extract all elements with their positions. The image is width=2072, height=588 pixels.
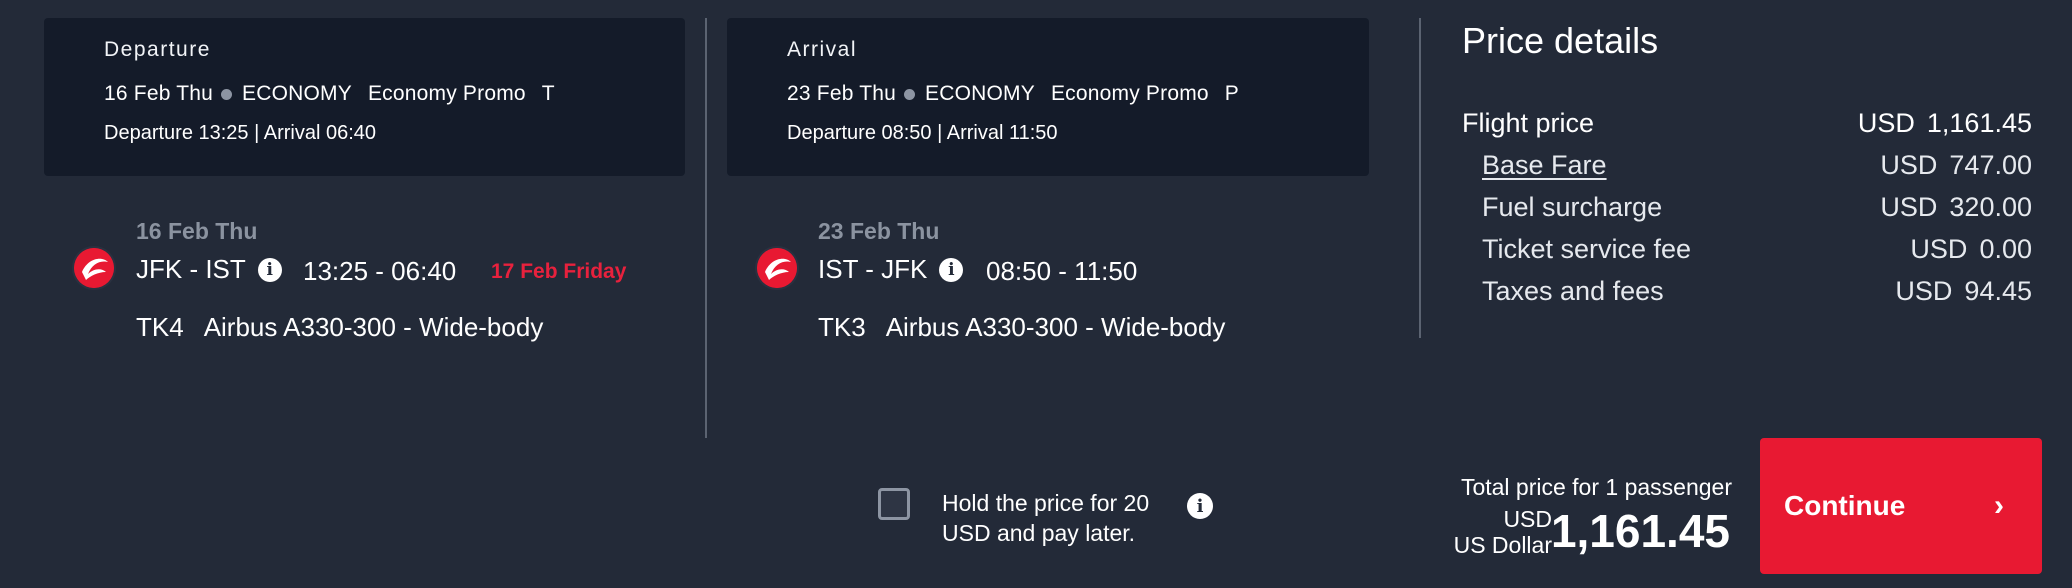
departure-date: 16 Feb Thu <box>104 82 214 105</box>
base-fare-link[interactable]: Base Fare <box>1482 150 1607 181</box>
price-currency: USD <box>1880 192 1938 222</box>
price-currency: USD <box>1857 108 1915 138</box>
price-currency: USD <box>1895 276 1953 306</box>
price-row-flight-price: Flight price USD 1,161.45 <box>1462 108 2032 139</box>
outbound-flight-number: TK4 <box>136 312 184 342</box>
total-currency-name: US Dollar <box>1453 532 1552 558</box>
price-label: Fuel surcharge <box>1482 192 1663 222</box>
info-icon[interactable]: i <box>939 257 964 282</box>
hold-price-checkbox[interactable] <box>878 488 910 520</box>
column-divider <box>1419 18 1421 338</box>
price-amount: 747.00 <box>1949 150 2032 180</box>
turkish-airlines-logo <box>757 248 797 288</box>
continue-button[interactable]: Continue › <box>1760 438 2042 574</box>
arrival-fare-row: 23 Feb Thu ECONOMY Economy Promo P <box>787 82 1369 106</box>
outbound-route: JFK - IST i <box>136 254 282 285</box>
arrival-cabin: ECONOMY <box>925 82 1035 105</box>
inbound-route-text: IST - JFK <box>818 254 928 284</box>
price-row-taxes-and-fees: Taxes and fees USD 94.45 <box>1482 276 2032 307</box>
price-amount: 1,161.45 <box>1926 108 2032 138</box>
total-price-label: Total price for 1 passenger <box>1460 474 1732 500</box>
outbound-aircraft: Airbus A330-300 - Wide-body <box>203 312 544 342</box>
departure-cabin: ECONOMY <box>242 82 352 105</box>
departure-card-title: Departure <box>104 38 211 61</box>
price-currency: USD <box>1910 234 1968 264</box>
hold-price-line2: USD and pay later. <box>942 520 1136 546</box>
price-row-fuel-surcharge: Fuel surcharge USD 320.00 <box>1482 192 2032 223</box>
outbound-time: 13:25 - 06:40 <box>303 256 457 286</box>
outbound-next-day: 17 Feb Friday <box>491 260 627 283</box>
separator-dot-icon <box>904 88 916 100</box>
inbound-aircraft: Airbus A330-300 - Wide-body <box>885 312 1226 342</box>
arrival-fare-class: P <box>1224 82 1239 105</box>
inbound-flight: TK3 Airbus A330-300 - Wide-body <box>818 312 1225 343</box>
inbound-date: 23 Feb Thu <box>818 218 940 244</box>
total-currency-code: USD <box>1503 506 1552 532</box>
price-details-title: Price details <box>1462 20 1659 61</box>
outbound-route-text: JFK - IST <box>136 254 246 284</box>
column-divider <box>705 18 707 438</box>
departure-times: Departure 13:25 | Arrival 06:40 <box>104 122 377 144</box>
outbound-flight: TK4 Airbus A330-300 - Wide-body <box>136 312 543 343</box>
arrival-date: 23 Feb Thu <box>787 82 897 105</box>
departure-summary-card: Departure 16 Feb Thu ECONOMY Economy Pro… <box>44 18 685 176</box>
price-label: Ticket service fee <box>1482 234 1692 264</box>
price-label: Flight price <box>1462 108 1595 138</box>
inbound-flight-number: TK3 <box>818 312 866 342</box>
price-label: Taxes and fees <box>1482 276 1664 306</box>
hold-price-text: Hold the price for 20 USD and pay later. <box>942 488 1149 548</box>
outbound-date: 16 Feb Thu <box>136 218 258 244</box>
arrival-fare: Economy Promo <box>1050 82 1209 105</box>
arrival-times: Departure 08:50 | Arrival 11:50 <box>787 122 1058 144</box>
price-amount: 94.45 <box>1964 276 2032 306</box>
continue-label: Continue <box>1784 490 1906 521</box>
turkish-airlines-logo <box>74 248 114 288</box>
price-row-ticket-service-fee: Ticket service fee USD 0.00 <box>1482 234 2032 265</box>
departure-fare: Economy Promo <box>367 82 526 105</box>
hold-price-line1: Hold the price for 20 <box>942 490 1150 516</box>
chevron-right-icon: › <box>1994 489 2004 522</box>
inbound-route: IST - JFK i <box>818 254 964 285</box>
departure-fare-row: 16 Feb Thu ECONOMY Economy Promo T <box>104 82 685 106</box>
price-currency: USD <box>1880 150 1938 180</box>
price-amount: 320.00 <box>1949 192 2032 222</box>
inbound-time: 08:50 - 11:50 <box>986 256 1138 286</box>
total-amount: 1,161.45 <box>1550 505 1730 557</box>
separator-dot-icon <box>221 88 233 100</box>
price-row-base-fare: Base Fare USD 747.00 <box>1482 150 2032 181</box>
departure-fare-class: T <box>541 82 555 105</box>
arrival-card-title: Arrival <box>787 38 858 61</box>
total-currency: USD US Dollar <box>1454 506 1552 558</box>
info-icon[interactable]: i <box>1187 493 1213 519</box>
arrival-summary-card: Arrival 23 Feb Thu ECONOMY Economy Promo… <box>727 18 1369 176</box>
info-icon[interactable]: i <box>257 257 282 282</box>
price-amount: 0.00 <box>1979 234 2032 264</box>
